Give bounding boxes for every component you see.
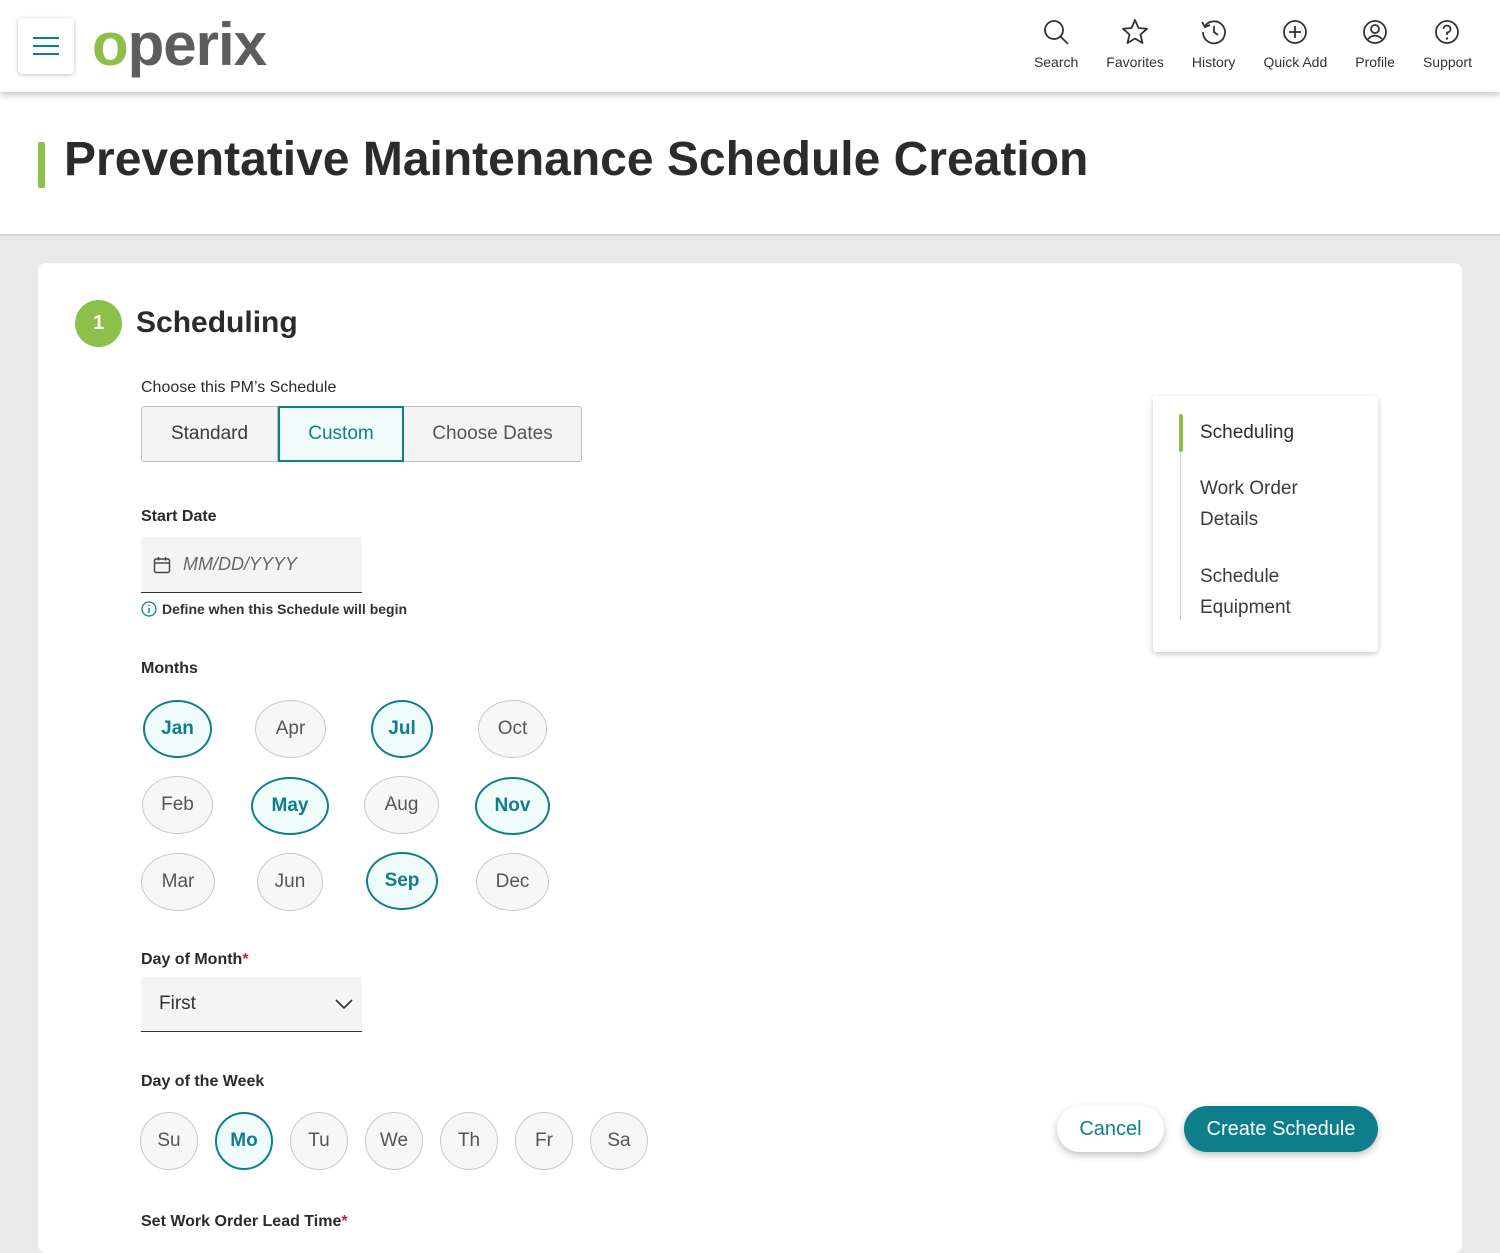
- schedule-choose-dates-option[interactable]: Choose Dates: [404, 407, 581, 461]
- search-icon: [1044, 20, 1069, 45]
- start-date-hint-text: Define when this Schedule will begin: [162, 601, 408, 617]
- weekday-toggle-sa[interactable]: Sa: [590, 1112, 648, 1170]
- nav-support[interactable]: Support: [1409, 18, 1486, 70]
- title-band: Preventative Maintenance Schedule Creati…: [0, 92, 1500, 236]
- calendar-icon: [153, 556, 171, 573]
- hamburger-icon: [33, 37, 59, 55]
- stepper-active-indicator: [1179, 414, 1183, 452]
- stepper-item-scheduling[interactable]: Scheduling: [1200, 417, 1360, 448]
- nav-label: Quick Add: [1263, 54, 1328, 70]
- weekday-toggle-mo[interactable]: Mo: [215, 1112, 273, 1170]
- nav-label: Favorites: [1106, 54, 1164, 70]
- nav-search[interactable]: Search: [1020, 18, 1092, 70]
- top-bar: o perix Search Favorites History Quick Ad…: [0, 0, 1500, 92]
- stepper-item-schedule-equipment[interactable]: Schedule Equipment: [1200, 561, 1360, 623]
- start-date-input[interactable]: [181, 553, 355, 576]
- months-label: Months: [141, 660, 198, 677]
- month-toggle-nov[interactable]: Nov: [475, 777, 550, 835]
- header-nav: Search Favorites History Quick Add Profi…: [1020, 18, 1486, 70]
- star-icon: [1122, 19, 1148, 44]
- month-toggle-mar[interactable]: Mar: [141, 853, 215, 911]
- logo[interactable]: o perix: [92, 8, 267, 80]
- menu-button[interactable]: [18, 18, 74, 74]
- help-icon: [1435, 20, 1460, 44]
- schedule-standard-option[interactable]: Standard: [142, 407, 278, 461]
- weekday-toggle-fr[interactable]: Fr: [515, 1112, 573, 1170]
- month-toggle-sep[interactable]: Sep: [366, 852, 438, 910]
- month-toggle-jan[interactable]: Jan: [143, 700, 212, 758]
- month-toggle-apr[interactable]: Apr: [255, 700, 326, 758]
- nav-label: Profile: [1355, 54, 1395, 70]
- chevron-down-icon: [335, 999, 353, 1010]
- info-icon: [141, 601, 157, 617]
- step-number-badge: 1: [75, 300, 122, 347]
- weekday-toggle-su[interactable]: Su: [140, 1112, 198, 1170]
- required-mark: *: [242, 951, 249, 968]
- weekday-toggle-th[interactable]: Th: [440, 1112, 498, 1170]
- user-icon: [1363, 20, 1388, 44]
- stepper-item-work-order-details[interactable]: Work Order Details: [1200, 473, 1360, 535]
- logo-text: perix: [127, 10, 267, 78]
- weekday-toggle-we[interactable]: We: [365, 1112, 423, 1170]
- form-stepper: Scheduling Work Order Details Schedule E…: [1153, 396, 1378, 652]
- month-toggle-dec[interactable]: Dec: [476, 853, 549, 911]
- month-toggle-oct[interactable]: Oct: [478, 700, 547, 758]
- month-toggle-jul[interactable]: Jul: [371, 700, 433, 758]
- logo-mark: o: [92, 10, 129, 78]
- start-date-field[interactable]: [141, 537, 362, 593]
- month-toggle-feb[interactable]: Feb: [142, 776, 213, 834]
- start-date-label: Start Date: [141, 508, 217, 525]
- month-toggle-aug[interactable]: Aug: [364, 776, 439, 834]
- nav-label: Search: [1033, 54, 1079, 70]
- nav-profile[interactable]: Profile: [1341, 18, 1409, 70]
- lead-time-label-text: Set Work Order Lead Time: [141, 1213, 342, 1230]
- create-schedule-button[interactable]: Create Schedule: [1184, 1106, 1378, 1152]
- nav-history[interactable]: History: [1178, 18, 1250, 70]
- nav-label: Support: [1422, 54, 1472, 70]
- schedule-type-label: Choose this PM’s Schedule: [141, 379, 337, 396]
- start-date-hint: Define when this Schedule will begin: [141, 601, 407, 617]
- day-of-month-value: First: [159, 993, 196, 1014]
- month-toggle-jun[interactable]: Jun: [257, 853, 323, 911]
- title-accent-bar: [38, 142, 45, 188]
- schedule-custom-option[interactable]: Custom: [278, 406, 404, 462]
- month-toggle-may[interactable]: May: [251, 777, 329, 835]
- nav-quick-add[interactable]: Quick Add: [1249, 18, 1341, 70]
- lead-time-label: Set Work Order Lead Time*: [141, 1213, 348, 1231]
- nav-favorites[interactable]: Favorites: [1092, 18, 1178, 70]
- day-of-week-label: Day of the Week: [141, 1073, 265, 1090]
- day-of-month-label: Day of Month*: [141, 951, 249, 969]
- day-of-month-select[interactable]: First: [141, 977, 362, 1032]
- nav-label: History: [1191, 54, 1236, 70]
- scheduling-card: 1 Scheduling Choose this PM’s Schedule S…: [38, 263, 1462, 1253]
- plus-circle-icon: [1283, 20, 1308, 44]
- section-title: Scheduling: [136, 306, 298, 339]
- page-title: Preventative Maintenance Schedule Creati…: [64, 133, 1089, 186]
- required-mark: *: [341, 1213, 348, 1230]
- weekday-toggle-tu[interactable]: Tu: [290, 1112, 348, 1170]
- history-icon: [1200, 20, 1226, 45]
- cancel-button[interactable]: Cancel: [1057, 1106, 1164, 1152]
- schedule-type-toggle: Standard Custom Choose Dates: [141, 406, 582, 462]
- day-of-month-label-text: Day of Month: [141, 951, 243, 968]
